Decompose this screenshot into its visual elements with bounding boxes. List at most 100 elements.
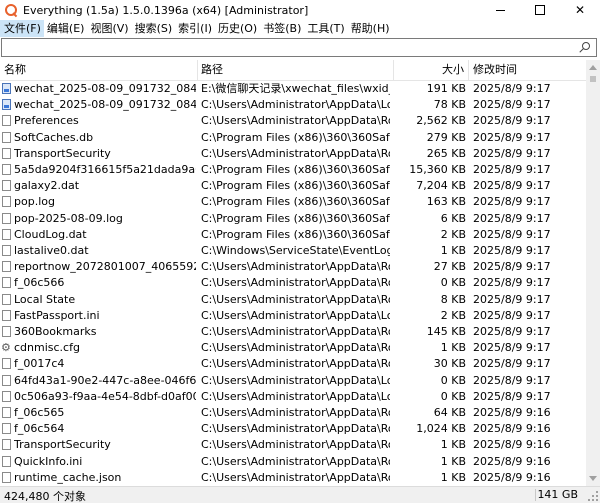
file-path: C:\Users\Administrator\AppData\Local\T..…	[201, 98, 390, 112]
file-row[interactable]: reportnow_2072801007_4065592858_1... C:\U…	[0, 259, 586, 275]
file-row[interactable]: TransportSecurity C:\Users\Administrator\…	[0, 437, 586, 453]
results-list: wechat_2025-08-09_091732_084.jpg E:\微信聊天记…	[0, 81, 586, 486]
file-row[interactable]: Local State C:\Users\Administrator\AppDat…	[0, 292, 586, 308]
file-name: TransportSecurity	[14, 438, 111, 452]
file-row[interactable]: 360Bookmarks C:\Users\Administrator\AppDa…	[0, 324, 586, 340]
file-row[interactable]: SoftCaches.db C:\Program Files (x86)\360\…	[0, 130, 586, 146]
file-icon	[2, 164, 11, 175]
file-row[interactable]: Preferences C:\Users\Administrator\AppDat…	[0, 113, 586, 129]
file-icon	[2, 390, 11, 402]
file-icon	[2, 455, 11, 467]
file-modified-date: 2025/8/9 9:17	[473, 130, 551, 144]
file-name: 5a5da9204f316615f5a21dada9a63e76	[14, 163, 196, 176]
scroll-up-arrow-icon[interactable]	[589, 65, 597, 70]
menu-history[interactable]: 历史(O)	[215, 20, 260, 37]
file-modified-date: 2025/8/9 9:17	[473, 341, 551, 355]
file-path: C:\Users\Administrator\AppData\Roamin...	[201, 114, 390, 128]
file-modified-date: 2025/8/9 9:17	[473, 292, 551, 306]
file-modified-date: 2025/8/9 9:16	[473, 422, 551, 436]
file-name: 360Bookmarks	[14, 325, 97, 338]
file-row[interactable]: f_06c565 C:\Users\Administrator\AppData\R…	[0, 405, 586, 421]
file-icon	[2, 277, 11, 289]
file-path: C:\Users\Administrator\AppData\Roamin...	[201, 470, 390, 484]
file-icon	[2, 147, 11, 159]
search-icon[interactable]	[578, 40, 592, 55]
file-name: Local State	[14, 292, 76, 306]
menu-view[interactable]: 视图(V)	[87, 20, 131, 37]
file-row[interactable]: f_0017c4 C:\Users\Administrator\AppData\R…	[0, 356, 586, 372]
file-name: SoftCaches.db	[14, 130, 94, 144]
search-input[interactable]	[4, 40, 564, 55]
file-row[interactable]: cdnmisc.cfg C:\Users\Administrator\AppDat…	[0, 340, 586, 356]
menu-edit[interactable]: 编辑(E)	[44, 20, 88, 37]
close-button[interactable]: ✕	[560, 0, 600, 20]
file-name: FastPassport.ini	[14, 308, 100, 322]
file-size: 30 KB	[433, 357, 466, 371]
column-header-path[interactable]: 路径	[201, 60, 223, 80]
resize-grip-icon[interactable]	[588, 491, 598, 501]
file-row[interactable]: 5a5da9204f316615f5a21dada9a63e76 C:\Progr…	[0, 162, 586, 178]
file-row[interactable]: TransportSecurity C:\Users\Administrator\…	[0, 146, 586, 162]
file-row[interactable]: 64fd43a1-90e2-447c-a8ee-046f663b6... C:\U…	[0, 373, 586, 389]
file-size: 1 KB	[440, 470, 466, 484]
file-path: C:\Users\Administrator\AppData\Roamin...	[201, 357, 390, 371]
menu-tools[interactable]: 工具(T)	[304, 20, 347, 37]
file-row[interactable]: lastalive0.dat C:\Windows\ServiceState\Ev…	[0, 243, 586, 259]
file-row[interactable]: pop-2025-08-09.log C:\Program Files (x86)…	[0, 211, 586, 227]
file-size: 0 KB	[440, 389, 466, 403]
file-path: C:\Program Files (x86)\360\360Safe\safe.…	[201, 195, 390, 209]
file-name: f_06c564	[14, 422, 65, 436]
file-name: wechat_2025-08-09_091732_084.jpg	[14, 82, 196, 95]
file-row[interactable]: f_06c566 C:\Users\Administrator\AppData\R…	[0, 275, 586, 291]
window-controls: ✕	[480, 0, 600, 20]
file-row[interactable]: runtime_cache.json C:\Users\Administrator…	[0, 470, 586, 486]
file-icon	[2, 423, 11, 435]
scroll-thumb[interactable]	[590, 76, 596, 82]
file-path: C:\Users\Administrator\AppData\Roamin...	[201, 325, 390, 338]
file-row[interactable]: wechat_2025-08-09_091732_084.jpg E:\微信聊天记…	[0, 81, 586, 97]
file-path: C:\Program Files (x86)\360\360Safe\ipc	[201, 179, 390, 193]
menu-bookmarks[interactable]: 书签(B)	[260, 20, 304, 37]
file-row[interactable]: QuickInfo.ini C:\Users\Administrator\AppD…	[0, 454, 586, 470]
file-path: C:\Users\Administrator\AppData\Local\T..…	[201, 389, 390, 403]
maximize-button[interactable]	[520, 0, 560, 20]
file-row[interactable]: FastPassport.ini C:\Users\Administrator\A…	[0, 308, 586, 324]
file-path: C:\Windows\ServiceState\EventLog\Data	[201, 244, 390, 257]
file-row[interactable]: 0c506a93-f9aa-4e54-8dbf-d0af00b3e... C:\U…	[0, 389, 586, 405]
file-row[interactable]: pop.log C:\Program Files (x86)\360\360Saf…	[0, 194, 586, 210]
menu-search[interactable]: 搜索(S)	[132, 20, 176, 37]
file-modified-date: 2025/8/9 9:17	[473, 179, 551, 193]
column-header-name[interactable]: 名称	[4, 60, 26, 80]
column-divider[interactable]	[468, 60, 469, 80]
file-modified-date: 2025/8/9 9:17	[473, 276, 551, 290]
title-bar: Everything (1.5a) 1.5.0.1396a (x64) [Adm…	[0, 0, 600, 20]
file-icon	[2, 212, 11, 224]
minimize-button[interactable]	[480, 0, 520, 20]
file-name: pop.log	[14, 195, 55, 209]
file-path: C:\Program Files (x86)\360\360Safe\swee.…	[201, 130, 390, 144]
file-path: C:\Program Files (x86)\360\360Safe\safe.…	[201, 227, 390, 241]
file-modified-date: 2025/8/9 9:17	[473, 389, 551, 403]
file-row[interactable]: galaxy2.dat C:\Program Files (x86)\360\36…	[0, 178, 586, 194]
column-header-date[interactable]: 修改时间	[473, 60, 517, 80]
vertical-scrollbar[interactable]	[586, 60, 600, 486]
file-row[interactable]: CloudLog.dat C:\Program Files (x86)\360\3…	[0, 227, 586, 243]
window-title: Everything (1.5a) 1.5.0.1396a (x64) [Adm…	[23, 3, 309, 17]
file-name: f_0017c4	[14, 357, 65, 371]
file-icon	[2, 293, 11, 305]
menu-file[interactable]: 文件(F)	[0, 20, 44, 37]
menu-help[interactable]: 帮助(H)	[348, 20, 393, 37]
image-file-icon	[2, 99, 11, 111]
file-row[interactable]: f_06c564 C:\Users\Administrator\AppData\R…	[0, 421, 586, 437]
file-row[interactable]: wechat_2025-08-09_091732_084.png C:\Users…	[0, 97, 586, 113]
column-divider[interactable]	[197, 60, 198, 80]
column-divider[interactable]	[393, 60, 394, 80]
file-path: E:\微信聊天记录\xwechat_files\wxid_sit9pl...	[201, 82, 390, 95]
file-path: C:\Users\Administrator\AppData\Roamin...	[201, 146, 390, 160]
menu-bar: 文件(F) 编辑(E) 视图(V) 搜索(S) 索引(I) 历史(O) 书签(B…	[0, 20, 600, 37]
file-modified-date: 2025/8/9 9:16	[473, 406, 551, 419]
file-modified-date: 2025/8/9 9:17	[473, 308, 551, 322]
column-header-size[interactable]: 大小	[400, 60, 464, 80]
scroll-down-arrow-icon[interactable]	[589, 476, 597, 481]
menu-index[interactable]: 索引(I)	[175, 20, 215, 37]
